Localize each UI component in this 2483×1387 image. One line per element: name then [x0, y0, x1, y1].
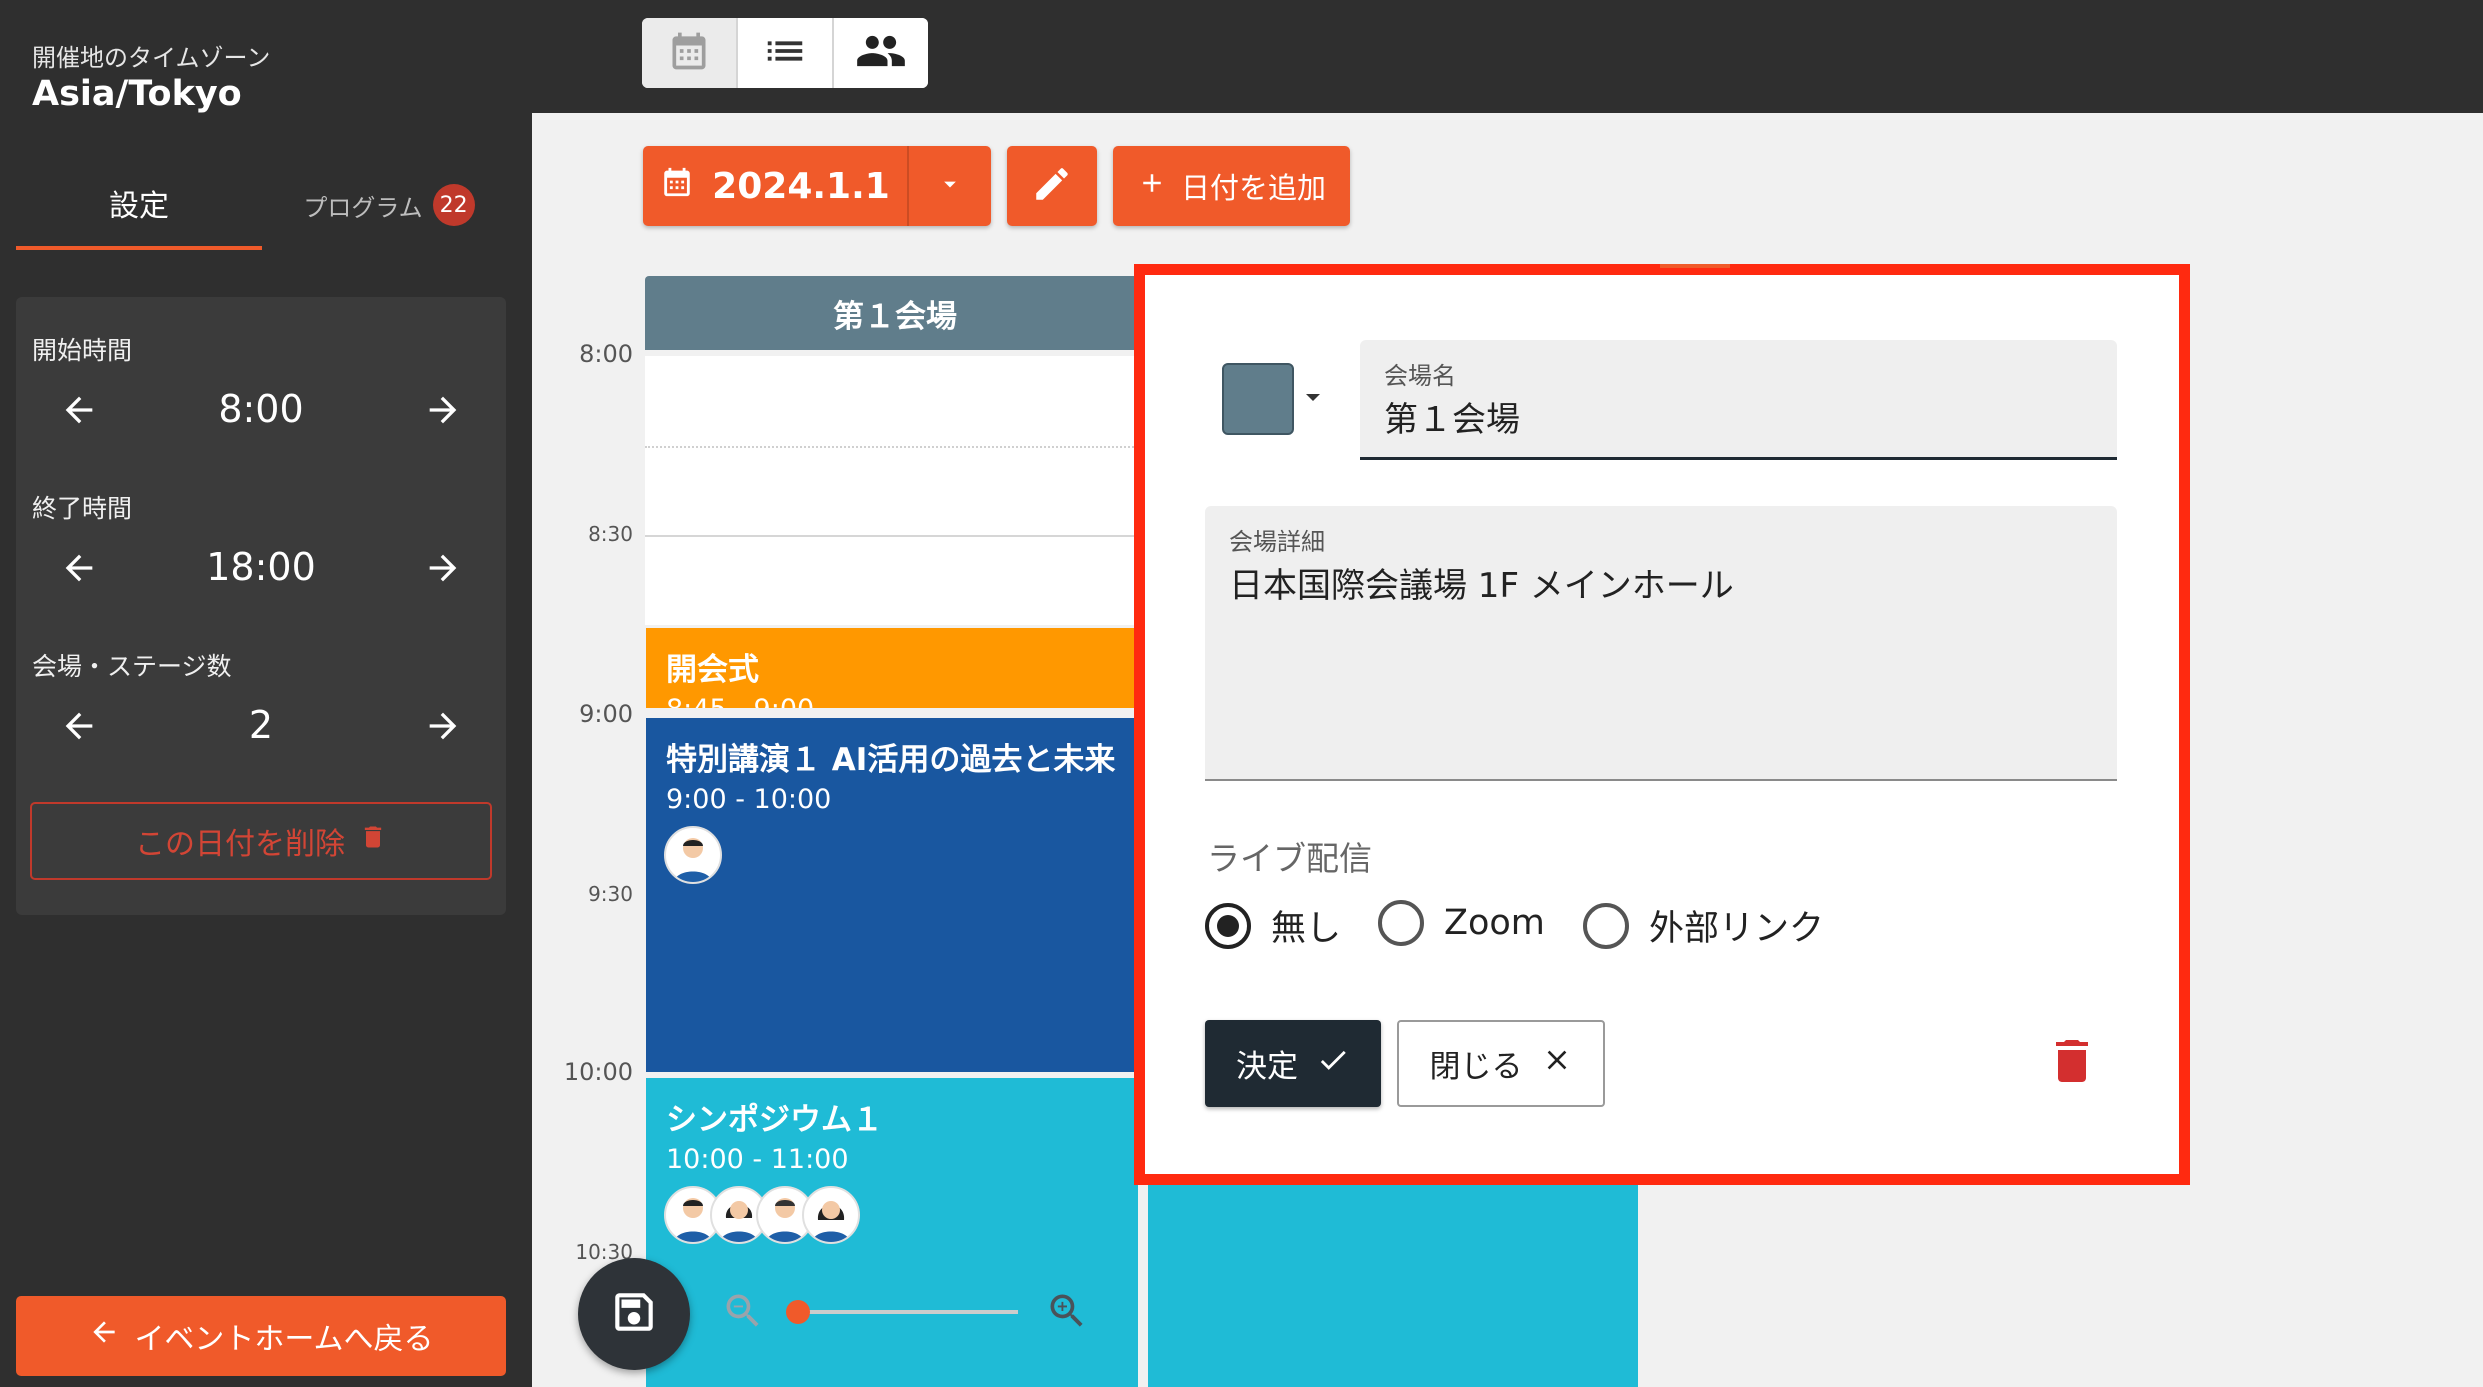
radio-unchecked[interactable]	[1583, 902, 1629, 949]
confirm-button[interactable]: 決定	[1205, 1020, 1381, 1107]
grid-line	[645, 535, 1145, 537]
venue-count-label: 会場・ステージ数	[32, 652, 232, 681]
event-time: 10:00 - 11:00	[666, 1144, 849, 1175]
people-view-button[interactable]	[834, 18, 928, 88]
event-title: 特別講演１ AI活用の過去と未来	[666, 742, 1116, 778]
add-date-label: 日付を追加	[1180, 171, 1326, 205]
calendar-view-button[interactable]	[642, 18, 738, 88]
calendar-icon	[660, 165, 694, 208]
save-icon	[609, 1287, 659, 1341]
radio-dot	[1217, 914, 1239, 937]
time-label: 8:30	[588, 522, 633, 546]
venue-detail-label: 会場詳細	[1229, 528, 1325, 556]
zoom-slider[interactable]	[786, 1300, 1018, 1324]
event-symposium[interactable]: シンポジウム１ 10:00 - 11:00	[646, 1078, 1138, 1387]
list-view-button[interactable]	[738, 18, 834, 88]
sidebar: 開催地のタイムゾーン Asia/Tokyo 設定 プログラム 22 開始時間 8…	[0, 0, 532, 1387]
end-time-label: 終了時間	[32, 494, 133, 523]
trash-icon	[359, 821, 387, 861]
timezone-value: Asia/Tokyo	[32, 74, 242, 114]
close-icon	[1541, 1044, 1573, 1084]
check-icon	[1316, 1043, 1350, 1085]
venue-name-label: 会場名	[1384, 362, 1456, 390]
caret-down-icon[interactable]	[1302, 390, 1324, 406]
dialog-accent	[1660, 264, 1730, 268]
venue-header[interactable]: 第１会場	[645, 276, 1145, 350]
arrow-left-icon	[88, 1316, 120, 1356]
date-selector: 2024.1.1	[643, 146, 991, 226]
selected-date: 2024.1.1	[712, 165, 890, 207]
tab-program[interactable]: プログラム 22	[266, 160, 512, 250]
arrow-right-icon[interactable]	[416, 699, 470, 753]
live-option-label: 無し	[1271, 909, 1342, 949]
venue-name-field[interactable]: 会場名 第１会場	[1360, 340, 2117, 460]
save-button[interactable]	[578, 1258, 690, 1370]
list-icon	[762, 28, 808, 78]
venue-detail-field[interactable]: 会場詳細 日本国際会議場 1F メインホール	[1205, 506, 2117, 781]
live-option-label: Zoom	[1444, 903, 1545, 943]
event-title: シンポジウム１	[666, 1102, 883, 1138]
close-label: 閉じる	[1429, 1049, 1523, 1085]
live-option-label: 外部リンク	[1649, 909, 1825, 949]
zoom-out-icon	[721, 1289, 765, 1337]
delete-venue-button[interactable]	[2052, 1038, 2092, 1086]
timezone-label: 開催地のタイムゾーン	[32, 44, 271, 72]
pencil-icon	[1031, 163, 1073, 209]
plus-icon	[1137, 168, 1167, 205]
start-time-label: 開始時間	[32, 336, 133, 365]
edit-date-button[interactable]	[1007, 146, 1097, 226]
zoom-in-button[interactable]	[1044, 1290, 1090, 1336]
end-time-stepper: 18:00	[32, 533, 490, 603]
date-select-button[interactable]: 2024.1.1	[643, 146, 909, 226]
grid-line	[645, 446, 1145, 448]
event-title: 開会式	[666, 652, 759, 688]
live-stream-label: ライブ配信	[1207, 839, 1372, 878]
view-toggle	[642, 18, 928, 88]
sidebar-tabs: 設定 プログラム 22	[16, 160, 516, 250]
live-option-none[interactable]: 無し	[1205, 900, 1341, 951]
caret-down-icon	[936, 170, 964, 202]
zoom-out-button[interactable]	[720, 1290, 766, 1336]
delete-date-button[interactable]: この日付を削除	[30, 802, 492, 880]
close-button[interactable]: 閉じる	[1397, 1020, 1605, 1107]
avatar-icon	[802, 1186, 860, 1244]
arrow-right-icon[interactable]	[416, 541, 470, 595]
back-label: イベントホームへ戻る	[134, 1322, 434, 1357]
event-opening-ceremony[interactable]: 開会式 8:45 - 9:00	[646, 628, 1146, 708]
people-icon	[855, 25, 907, 81]
add-date-button[interactable]: 日付を追加	[1113, 146, 1350, 226]
venue-name-input[interactable]: 第１会場	[1384, 392, 1520, 441]
event-time: 9:00 - 10:00	[666, 784, 832, 815]
venue-count-stepper: 2	[32, 691, 490, 761]
venue-color-picker[interactable]	[1222, 363, 1294, 435]
delete-date-label: この日付を削除	[135, 827, 345, 862]
tab-settings-label: 設定	[109, 189, 169, 224]
time-label: 8:00	[579, 340, 633, 368]
tab-settings[interactable]: 設定	[16, 160, 262, 250]
time-label: 9:00	[579, 700, 633, 728]
venue-detail-input[interactable]: 日本国際会議場 1F メインホール	[1229, 558, 1734, 607]
time-label: 10:00	[563, 1058, 633, 1086]
top-bar	[532, 0, 2483, 113]
tab-program-label: プログラム	[303, 193, 423, 222]
radio-checked[interactable]	[1205, 902, 1251, 949]
avatar-icon	[664, 826, 722, 884]
time-label: 9:30	[588, 882, 633, 906]
settings-card: 開始時間 8:00 終了時間 18:00 会場・ステージ数 2 この日付を削除	[16, 297, 506, 915]
date-dropdown-button[interactable]	[909, 146, 991, 226]
live-option-zoom[interactable]: Zoom	[1378, 900, 1545, 946]
calendar-icon	[667, 29, 711, 77]
confirm-label: 決定	[1236, 1049, 1298, 1085]
zoom-slider-thumb[interactable]	[786, 1300, 810, 1324]
event-time: 8:45 - 9:00	[666, 694, 814, 708]
zoom-in-icon	[1045, 1289, 1089, 1337]
live-option-external-link[interactable]: 外部リンク	[1583, 900, 1824, 951]
start-time-stepper: 8:00	[32, 375, 490, 445]
program-count-badge: 22	[432, 184, 475, 226]
radio-unchecked[interactable]	[1378, 900, 1424, 946]
back-to-event-home-button[interactable]: イベントホームへ戻る	[16, 1296, 506, 1376]
arrow-right-icon[interactable]	[416, 383, 470, 437]
event-special-lecture[interactable]: 特別講演１ AI活用の過去と未来 9:00 - 10:00	[646, 718, 1146, 1072]
trash-icon	[2052, 1036, 2092, 1088]
